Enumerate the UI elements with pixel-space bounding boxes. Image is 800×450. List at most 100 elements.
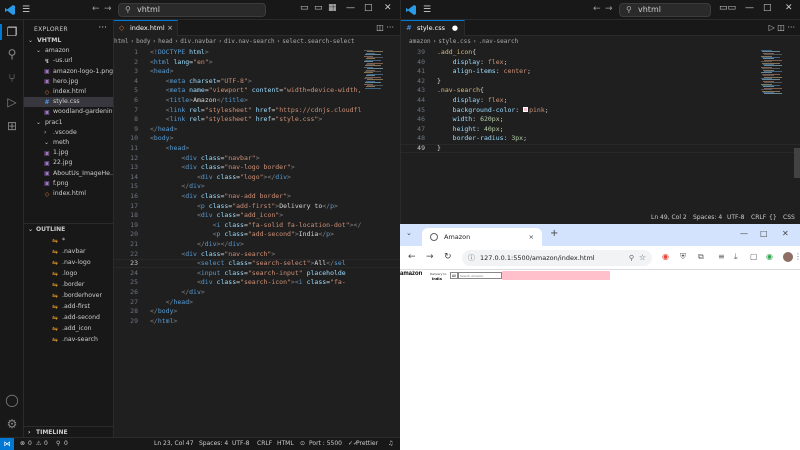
source-control-icon[interactable]: ⑂ xyxy=(4,70,20,86)
tree-item[interactable]: › .vscode xyxy=(24,128,113,138)
settings-gear-icon[interactable]: ⚙ xyxy=(4,416,20,432)
back-arrow-icon[interactable]: ← xyxy=(593,4,601,14)
tree-item[interactable]: ⌄ prac1 xyxy=(24,118,113,128)
scrollbar-thumb[interactable] xyxy=(794,148,800,178)
back-arrow-icon[interactable]: ← xyxy=(408,252,416,262)
tree-item[interactable]: # style.css xyxy=(24,97,113,108)
search-icon[interactable]: ⚲ xyxy=(4,46,20,62)
tree-item[interactable]: ◇ index.html xyxy=(24,189,113,199)
extensions-icon[interactable]: ⊞ xyxy=(4,118,20,134)
browser-tab-amazon[interactable]: Amazon × xyxy=(422,228,542,246)
account-icon[interactable]: ◯ xyxy=(4,392,20,408)
menu-icon[interactable]: ☰ xyxy=(22,5,32,15)
breadcrumb-item[interactable]: style.css xyxy=(438,38,471,45)
tree-item[interactable]: ▣ 22.jpg xyxy=(24,158,113,168)
toggle-panel-icon[interactable]: ▭ xyxy=(314,3,323,13)
minimize-button[interactable]: — xyxy=(745,3,754,13)
tree-item[interactable]: ▣ amazon-logo-1.png xyxy=(24,67,113,77)
more-actions-icon[interactable]: ··· xyxy=(98,23,107,33)
tree-item[interactable]: ⌄ VHTML xyxy=(24,36,113,46)
outline-item[interactable]: ⇋ .border xyxy=(24,280,113,290)
remote-icon[interactable]: ⋈ xyxy=(0,438,14,450)
tree-item[interactable]: ⌄ amazon xyxy=(24,46,113,56)
breadcrumb-item[interactable]: head xyxy=(158,38,172,45)
breadcrumb-item[interactable]: div.navbar xyxy=(180,38,216,45)
back-arrow-icon[interactable]: ← xyxy=(92,4,100,14)
minimize-button[interactable]: — xyxy=(346,3,355,13)
outline-item[interactable]: ⇋ .add_icon xyxy=(24,324,113,334)
outline-item[interactable]: ⇋ .nav-search xyxy=(24,335,113,345)
live-server-port[interactable]: Port : 5500 xyxy=(309,438,342,450)
toggle-sidebar-icon[interactable]: ▭ xyxy=(300,3,309,13)
forward-arrow-icon[interactable]: → xyxy=(426,252,434,262)
unsaved-dot-icon[interactable]: ● xyxy=(452,21,458,36)
breadcrumb-item[interactable]: .nav-search xyxy=(478,38,518,45)
tree-item[interactable]: ▣ woodland-gardenin... xyxy=(24,107,113,117)
site-info-icon[interactable]: ⓘ xyxy=(468,250,475,266)
errors-icon[interactable]: ⊗ xyxy=(20,438,25,450)
amazon-logo[interactable]: amazon xyxy=(400,271,422,278)
outline-item[interactable]: ⇋ .logo xyxy=(24,269,113,279)
line-endings[interactable]: CRLF xyxy=(751,212,766,224)
tab-style-css[interactable]: # style.css ● xyxy=(401,20,465,36)
menu-icon[interactable]: ☰ xyxy=(423,5,433,15)
cursor-position[interactable]: Ln 49, Col 2 xyxy=(651,212,687,224)
layout-icon[interactable]: ▦ xyxy=(328,3,337,13)
tree-item[interactable]: ▣ 1.jpg xyxy=(24,148,113,158)
profile-avatar[interactable] xyxy=(783,252,793,262)
close-button[interactable]: ✕ xyxy=(384,3,392,13)
outline-item[interactable]: ⇋ .add-second xyxy=(24,313,113,323)
outline-item[interactable]: ⇋ .navbar xyxy=(24,247,113,257)
new-tab-button[interactable]: + xyxy=(550,228,558,239)
forward-arrow-icon[interactable]: → xyxy=(605,4,613,14)
close-button[interactable]: ✕ xyxy=(785,3,793,13)
code-editor[interactable]: 1 <!DOCTYPE html> 2 <html lang="en"> 3 <head>… xyxy=(114,48,400,428)
google-icon[interactable]: ◉ xyxy=(766,252,773,261)
chrome-extension-icon[interactable]: ◉ xyxy=(662,252,669,261)
outline-item[interactable]: ⇋ .add-first xyxy=(24,302,113,312)
minimap[interactable] xyxy=(761,50,783,95)
shield-extension-icon[interactable]: ⛨ xyxy=(680,252,686,262)
bookmark-star-icon[interactable]: ☆ xyxy=(639,250,646,266)
outline-section-header[interactable]: ⌄ OUTLINE xyxy=(24,223,113,235)
close-tab-icon[interactable]: × xyxy=(167,21,173,36)
outline-item[interactable]: ⇋ .borderhover xyxy=(24,291,113,301)
outline-item[interactable]: ⇋ * xyxy=(24,236,113,246)
notifications-bell-icon[interactable]: ♫ xyxy=(388,438,393,450)
search-input[interactable]: Search Amazon xyxy=(458,272,502,279)
breadcrumb-item[interactable]: div.nav-search xyxy=(224,38,275,45)
browser-menu-icon[interactable]: ⋮ xyxy=(794,252,800,261)
warnings-icon[interactable]: ⚠ xyxy=(36,438,41,450)
download-icon[interactable]: ⤓ xyxy=(734,252,738,262)
indentation[interactable]: Spaces: 4 xyxy=(199,438,228,450)
search-category-select[interactable]: All xyxy=(450,272,458,279)
indentation[interactable]: Spaces: 4 xyxy=(693,212,722,224)
outline-item[interactable]: ⇋ .nav-logo xyxy=(24,258,113,268)
reload-icon[interactable]: ↻ xyxy=(444,252,452,262)
language-mode[interactable]: HTML xyxy=(277,438,294,450)
maximize-button[interactable]: □ xyxy=(760,229,768,238)
maximize-button[interactable]: □ xyxy=(364,3,373,13)
close-tab-icon[interactable]: × xyxy=(529,228,534,246)
maximize-button[interactable]: □ xyxy=(763,3,772,13)
prettier-status[interactable]: Prettier xyxy=(356,438,378,450)
tree-item[interactable]: ▣ AboutUs_ImageHe... xyxy=(24,169,113,179)
tab-index-html[interactable]: ◇ index.html × xyxy=(114,20,178,36)
tree-item[interactable]: ▣ f.png xyxy=(24,179,113,189)
line-endings[interactable]: CRLF xyxy=(257,438,272,450)
minimap[interactable] xyxy=(364,50,386,90)
command-center-search[interactable]: ⚲ vhtml xyxy=(619,3,711,17)
split-editor-icon[interactable]: ◫ ··· xyxy=(376,23,394,32)
breadcrumb-item[interactable]: amazon xyxy=(409,38,431,45)
color-swatch[interactable] xyxy=(523,107,529,113)
playlist-icon[interactable]: ≡ xyxy=(718,252,725,261)
address-bar[interactable]: ⓘ 127.0.0.1:5500/amazon/index.html ⚲ ☆ xyxy=(462,250,652,266)
split-editor-icon[interactable]: ▷ ◫ ··· xyxy=(769,23,795,32)
breadcrumb-item[interactable]: html xyxy=(114,38,128,45)
timeline-section-header[interactable]: › TIMELINE xyxy=(24,426,113,437)
breadcrumb-item[interactable]: select.search-select xyxy=(282,38,354,45)
close-button[interactable]: ✕ xyxy=(782,229,789,238)
encoding[interactable]: UTF-8 xyxy=(232,438,250,450)
language-mode[interactable]: CSS xyxy=(783,212,795,224)
ports-icon[interactable]: ⚲ xyxy=(56,438,60,450)
